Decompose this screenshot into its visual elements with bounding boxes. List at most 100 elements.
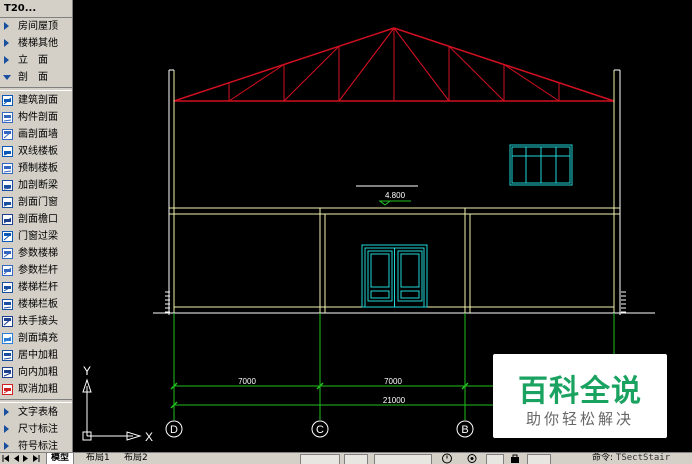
palette-item-label: 参数楼梯 bbox=[18, 248, 58, 259]
palette-item-label: 取消加粗 bbox=[18, 384, 58, 395]
axis-bubbles: DCB bbox=[165, 420, 474, 438]
axis-label: B bbox=[461, 424, 468, 436]
double-door bbox=[361, 244, 428, 308]
palette-item-label: 楼梯栏板 bbox=[18, 299, 58, 310]
palette-item[interactable]: 构件剖面 bbox=[0, 109, 72, 126]
palette-item[interactable]: 画剖面墙 bbox=[0, 126, 72, 143]
palette-item[interactable]: 剖面门窗 bbox=[0, 194, 72, 211]
palette-item[interactable]: 房间屋顶 bbox=[0, 18, 72, 35]
lock-icon[interactable] bbox=[510, 453, 520, 464]
palette-item-label: 文字表格 bbox=[18, 407, 58, 418]
palette-item-label: 扶手接头 bbox=[18, 316, 58, 327]
double-line-slab-icon bbox=[2, 146, 13, 157]
tab-layout1[interactable]: 布局1 bbox=[82, 453, 114, 464]
expand-triangle-icon bbox=[2, 38, 13, 49]
palette-item[interactable]: 剖面填充 bbox=[0, 330, 72, 347]
palette-item[interactable]: 楼梯栏杆 bbox=[0, 279, 72, 296]
cancel-bold-icon bbox=[2, 384, 13, 395]
palette-item-label: 构件剖面 bbox=[18, 112, 58, 123]
door-panel bbox=[370, 290, 390, 299]
palette-item-label: 参数栏杆 bbox=[18, 265, 58, 276]
dimension-text: 7000 bbox=[384, 377, 402, 386]
center-bold-icon bbox=[2, 350, 13, 361]
palette-item[interactable]: 立 面 bbox=[0, 52, 72, 69]
axis-label: D bbox=[170, 424, 178, 436]
truss-web bbox=[503, 64, 560, 102]
palette-title[interactable]: T20... bbox=[0, 0, 72, 18]
palette-item[interactable]: 预制楼板 bbox=[0, 160, 72, 177]
precast-slab-icon bbox=[2, 163, 13, 174]
palette-item[interactable]: 剖 面 bbox=[0, 69, 72, 86]
dimension-text: 7000 bbox=[238, 377, 256, 386]
palette-item[interactable]: 居中加粗 bbox=[0, 347, 72, 364]
command-value: TSectStair bbox=[615, 453, 671, 463]
palette-item-label: 立 面 bbox=[18, 55, 48, 66]
door-panel bbox=[370, 253, 390, 288]
truss-web bbox=[448, 45, 505, 102]
palette-item[interactable]: 尺寸标注 bbox=[0, 421, 72, 438]
lintel-icon bbox=[2, 231, 13, 242]
watermark-title: 百科全说 bbox=[518, 374, 642, 409]
last-tab-icon[interactable] bbox=[32, 454, 40, 463]
watermark-logo: 百科全说 助你轻松解决 bbox=[493, 354, 667, 438]
palette-item[interactable]: 扶手接头 bbox=[0, 313, 72, 330]
palette-item[interactable]: 剖面檐口 bbox=[0, 211, 72, 228]
palette-item[interactable]: 双线楼板 bbox=[0, 143, 72, 160]
palette-item-label: 楼梯栏杆 bbox=[18, 282, 58, 293]
palette-item[interactable]: 门窗过梁 bbox=[0, 228, 72, 245]
tab-layout2[interactable]: 布局2 bbox=[120, 453, 152, 464]
palette-item[interactable]: 参数楼梯 bbox=[0, 245, 72, 262]
ucs-icon: Y X bbox=[82, 364, 153, 444]
palette-item-label: 符号标注 bbox=[18, 441, 58, 452]
palette-separator bbox=[0, 87, 72, 91]
palette-item-label: 建筑剖面 bbox=[18, 95, 58, 106]
upper-window bbox=[509, 144, 573, 186]
command-line[interactable]: 命令: TSectStair bbox=[592, 453, 670, 464]
door-panel bbox=[400, 290, 420, 299]
palette-item-label: 剖 面 bbox=[18, 72, 48, 83]
expand-triangle-icon bbox=[2, 55, 13, 66]
command-prompt: 命令: bbox=[592, 453, 614, 463]
truss-web bbox=[338, 27, 395, 102]
palette-item[interactable]: 符号标注 bbox=[0, 438, 72, 452]
truss-web bbox=[283, 45, 340, 102]
palette-item[interactable]: 取消加粗 bbox=[0, 381, 72, 398]
truss-web bbox=[393, 27, 450, 102]
palette-separator bbox=[0, 399, 72, 403]
prev-tab-icon[interactable] bbox=[12, 454, 20, 463]
expand-triangle-icon bbox=[2, 407, 13, 418]
tab-model[interactable]: 模型 bbox=[46, 453, 75, 464]
palette-item-label: 双线楼板 bbox=[18, 146, 58, 157]
palette-item[interactable]: 文字表格 bbox=[0, 404, 72, 421]
target-icon[interactable] bbox=[466, 453, 478, 464]
expand-triangle-icon bbox=[2, 21, 13, 32]
dimension-text: 21000 bbox=[383, 396, 406, 405]
palette-item[interactable]: 加剖断梁 bbox=[0, 177, 72, 194]
palette-item-label: 尺寸标注 bbox=[18, 424, 58, 435]
section-wall-icon bbox=[2, 129, 13, 140]
clock-icon[interactable] bbox=[441, 453, 453, 464]
inward-bold-icon bbox=[2, 367, 13, 378]
palette-item-label: 剖面填充 bbox=[18, 333, 58, 344]
component-section-icon bbox=[2, 112, 13, 123]
palette-item[interactable]: 楼梯栏板 bbox=[0, 296, 72, 313]
section-beam-icon bbox=[2, 180, 13, 191]
section-fill-icon bbox=[2, 333, 13, 344]
stair-railing-icon bbox=[2, 282, 13, 293]
truss-web bbox=[228, 64, 285, 102]
next-tab-icon[interactable] bbox=[22, 454, 30, 463]
building-section-icon bbox=[2, 95, 13, 106]
ucs-y-label: Y bbox=[83, 364, 91, 378]
param-stair-icon bbox=[2, 248, 13, 259]
palette-item-label: 画剖面墙 bbox=[18, 129, 58, 140]
palette-item[interactable]: 楼梯其他 bbox=[0, 35, 72, 52]
palette-item[interactable]: 参数栏杆 bbox=[0, 262, 72, 279]
expand-triangle-icon bbox=[2, 424, 13, 435]
first-tab-icon[interactable] bbox=[2, 454, 10, 463]
palette-item-label: 预制楼板 bbox=[18, 163, 58, 174]
palette-item-label: 门窗过梁 bbox=[18, 231, 58, 242]
roof-truss bbox=[173, 27, 615, 102]
palette-item[interactable]: 建筑剖面 bbox=[0, 92, 72, 109]
palette-item[interactable]: 向内加粗 bbox=[0, 364, 72, 381]
elevation-mark: 4.800 bbox=[356, 185, 418, 206]
